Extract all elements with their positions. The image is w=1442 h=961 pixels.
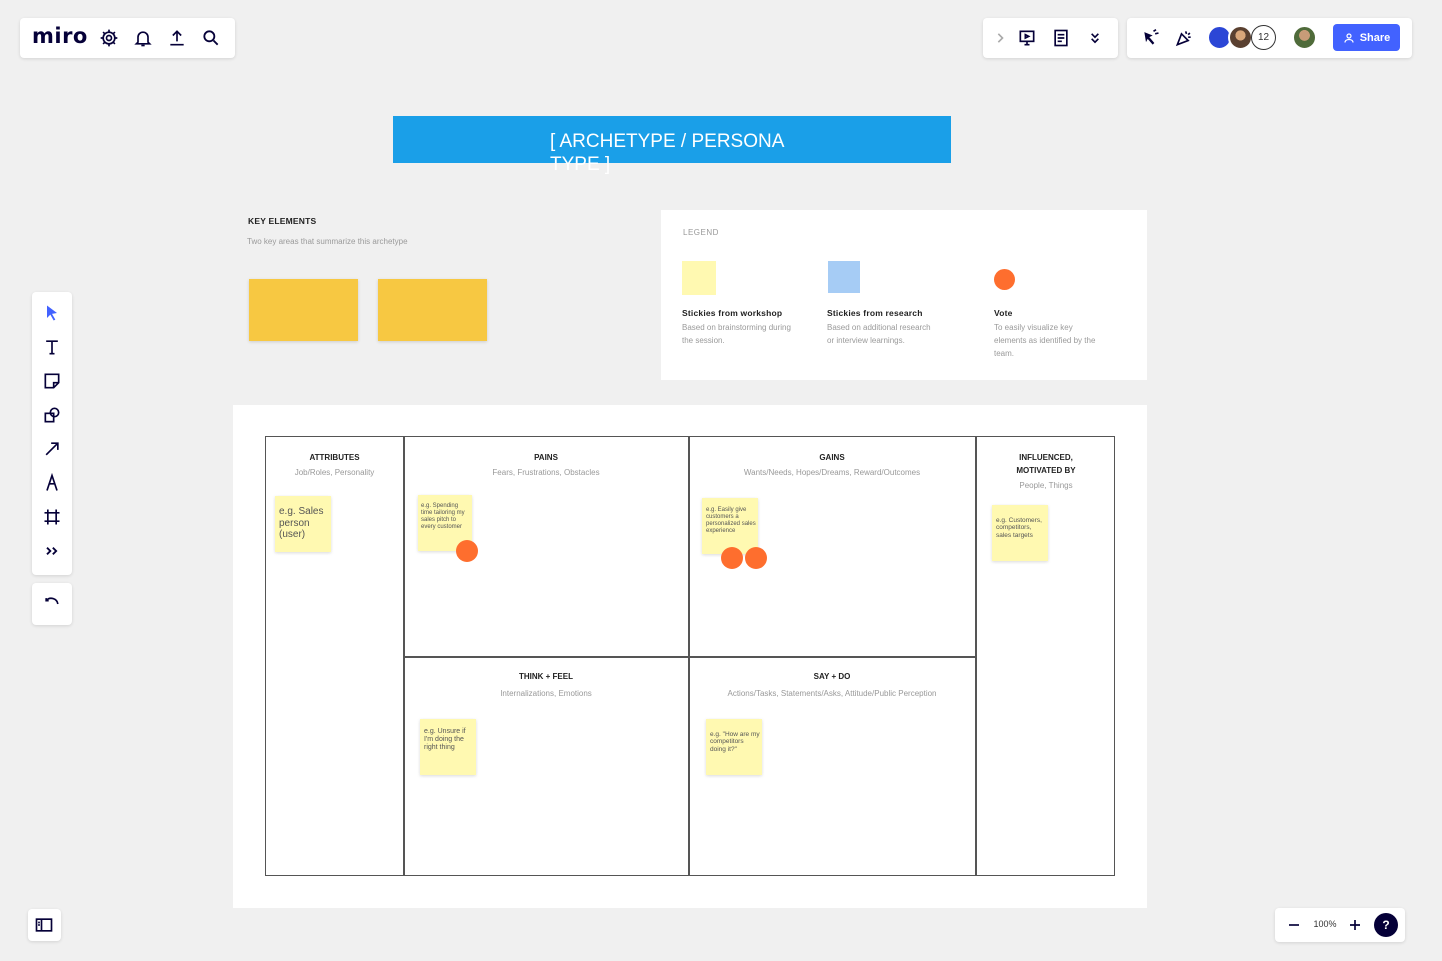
think-feel-title: THINK + FEEL xyxy=(518,672,573,681)
text-tool-icon[interactable] xyxy=(38,333,66,361)
pains-subtitle: Fears, Frustrations, Obstacles xyxy=(492,468,600,477)
collaborator-count-badge[interactable]: 12 xyxy=(1251,25,1276,50)
settings-icon[interactable] xyxy=(95,24,123,52)
key-elements-title: KEY ELEMENTS xyxy=(248,216,317,226)
upload-icon[interactable] xyxy=(163,24,191,52)
present-icon[interactable] xyxy=(1013,24,1041,52)
gains-title: GAINS xyxy=(819,453,845,462)
say-do-sticky[interactable]: e.g. "How are my competitors doing it?" xyxy=(706,719,762,775)
legend-vote-desc: To easily visualize key elements as iden… xyxy=(994,323,1096,358)
influenced-sticky-text: e.g. Customers, competitors, sales targe… xyxy=(996,517,1042,539)
think-feel-sticky-text: e.g. Unsure if I'm doing the right thing xyxy=(424,728,466,752)
legend-vote-dot xyxy=(994,269,1015,290)
share-button[interactable]: Share xyxy=(1333,24,1400,51)
zoom-out-icon[interactable] xyxy=(1280,911,1308,939)
pains-title: PAINS xyxy=(534,453,558,462)
influenced-title: INFLUENCED, MOTIVATED BY xyxy=(1016,453,1076,475)
pen-tool-icon[interactable] xyxy=(38,469,66,497)
collaborator-avatar[interactable] xyxy=(1228,25,1253,50)
double-chevron-down-icon[interactable] xyxy=(1081,24,1109,52)
notifications-icon[interactable] xyxy=(129,24,157,52)
celebrate-icon[interactable] xyxy=(1170,24,1198,52)
say-do-sticky-text: e.g. "How are my competitors doing it?" xyxy=(710,731,760,753)
legend-workshop-swatch xyxy=(682,261,716,295)
board-panel-toggle[interactable] xyxy=(28,909,61,941)
sidebar-icon xyxy=(30,911,58,939)
user-icon xyxy=(1344,32,1354,43)
pains-sticky-text: e.g. Spending time tailoring my sales pi… xyxy=(421,503,465,530)
undo-panel xyxy=(32,583,72,625)
zoom-level[interactable]: 100% xyxy=(1310,919,1340,929)
view-controls xyxy=(983,18,1118,58)
select-tool-icon[interactable] xyxy=(38,299,66,327)
gains-subtitle: Wants/Needs, Hopes/Dreams, Reward/Outcom… xyxy=(743,468,921,477)
say-do-subtitle: Actions/Tasks, Statements/Asks, Attitude… xyxy=(727,689,937,698)
legend-research-swatch xyxy=(828,261,860,293)
persona-canvas-frame: ATTRIBUTES Job/Roles, Personality e.g. S… xyxy=(233,405,1147,908)
key-element-sticky[interactable] xyxy=(378,279,487,341)
attributes-sticky-text: e.g. Sales person (user) xyxy=(279,506,324,540)
influenced-sticky[interactable]: e.g. Customers, competitors, sales targe… xyxy=(992,505,1048,561)
legend-workshop-desc: Based on brainstorming during the sessio… xyxy=(682,323,791,345)
persona-title: [ ARCHETYPE / PERSONA TYPE ] xyxy=(550,131,784,175)
notes-icon[interactable] xyxy=(1047,24,1075,52)
legend-research-title: Stickies from research xyxy=(827,308,923,318)
help-button[interactable]: ? xyxy=(1374,913,1398,937)
grid-divider xyxy=(403,656,976,658)
attributes-sticky[interactable]: e.g. Sales person (user) xyxy=(275,496,331,552)
share-label: Share xyxy=(1359,31,1391,44)
vote-dot[interactable] xyxy=(745,547,767,569)
key-element-sticky[interactable] xyxy=(249,279,358,341)
attributes-subtitle: Job/Roles, Personality xyxy=(294,468,375,477)
undo-icon[interactable] xyxy=(38,590,66,618)
search-icon[interactable] xyxy=(197,24,225,52)
miro-logo[interactable]: miro xyxy=(32,24,88,48)
zoom-panel: 100% ? xyxy=(1275,908,1405,942)
legend-workshop-title: Stickies from workshop xyxy=(682,308,783,318)
legend-title: LEGEND xyxy=(683,228,719,237)
top-left-toolbar: miro xyxy=(20,18,235,58)
say-do-title: SAY + DO xyxy=(813,672,851,681)
legend-vote-title: Vote xyxy=(994,308,1013,318)
tools-panel xyxy=(32,292,72,575)
reaction-icon[interactable] xyxy=(1137,24,1165,52)
legend-research-desc: Based on additional research or intervie… xyxy=(827,323,931,345)
chevron-right-icon[interactable] xyxy=(986,24,1014,52)
more-tools-icon[interactable] xyxy=(38,537,66,565)
vote-dot[interactable] xyxy=(721,547,743,569)
legend-panel: LEGEND Stickies from workshop Based on b… xyxy=(661,210,1147,380)
arrow-tool-icon[interactable] xyxy=(38,435,66,463)
gains-sticky[interactable]: e.g. Easily give customers a personalize… xyxy=(702,498,758,554)
collaboration-bar: 12 Share xyxy=(1127,18,1412,58)
zoom-in-icon[interactable] xyxy=(1341,911,1369,939)
persona-title-banner[interactable]: [ ARCHETYPE / PERSONA TYPE ] xyxy=(393,116,951,175)
influenced-subtitle: People, Things xyxy=(1019,481,1073,490)
think-feel-sticky[interactable]: e.g. Unsure if I'm doing the right thing xyxy=(420,719,476,775)
vote-dot[interactable] xyxy=(456,540,478,562)
gains-sticky-text: e.g. Easily give customers a personalize… xyxy=(706,507,756,534)
user-avatar[interactable] xyxy=(1292,25,1317,50)
attributes-title: ATTRIBUTES xyxy=(309,453,360,462)
frame-tool-icon[interactable] xyxy=(38,503,66,531)
help-icon: ? xyxy=(1382,918,1390,932)
think-feel-subtitle: Internalizations, Emotions xyxy=(500,689,592,698)
sticky-note-tool-icon[interactable] xyxy=(38,367,66,395)
shapes-tool-icon[interactable] xyxy=(38,401,66,429)
key-elements-subtitle: Two key areas that summarize this archet… xyxy=(247,237,408,246)
